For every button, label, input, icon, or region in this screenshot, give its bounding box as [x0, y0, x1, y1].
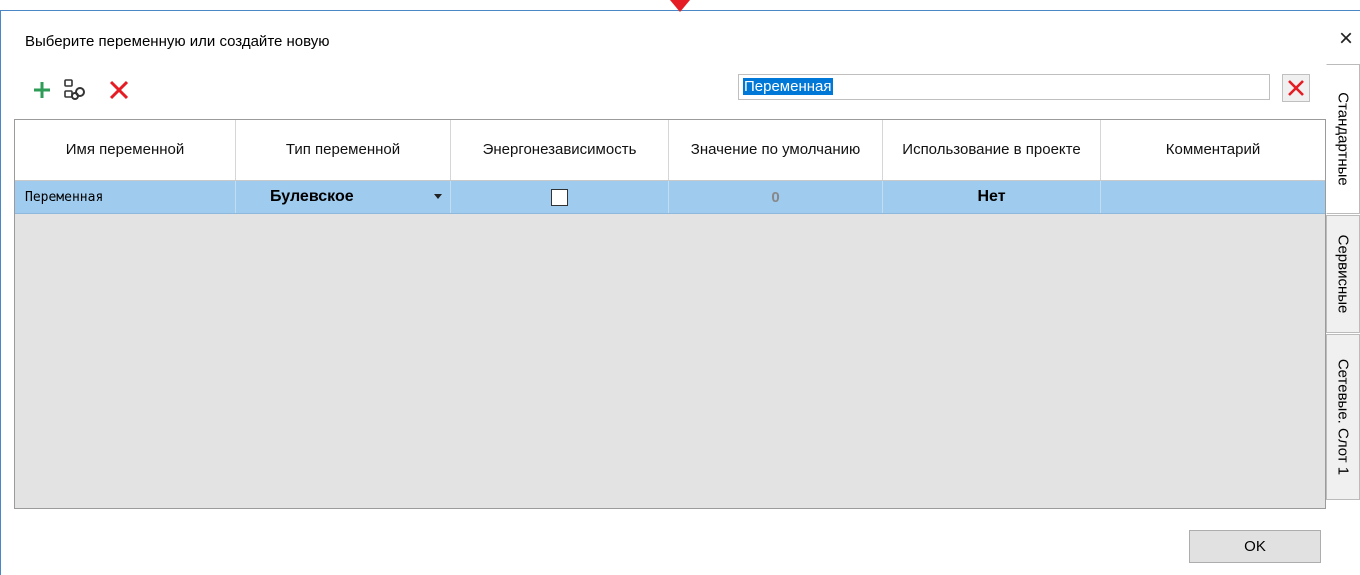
dialog-title: Выберите переменную или создайте новую	[25, 33, 330, 50]
pointer-marker-icon	[670, 0, 690, 12]
delete-x-icon	[109, 80, 129, 100]
tab-service-label: Сервисные	[1334, 234, 1352, 314]
link-variable-button[interactable]	[63, 78, 87, 102]
cell-variable-name[interactable]: Переменная	[15, 181, 236, 213]
column-header-nonvolatile[interactable]: Энергонезависимость	[451, 120, 669, 180]
variables-table: Имя переменной Тип переменной Энергонеза…	[14, 119, 1326, 509]
cell-comment[interactable]	[1101, 181, 1325, 213]
cell-nonvolatile	[451, 181, 669, 213]
column-header-type[interactable]: Тип переменной	[236, 120, 451, 180]
search-input-value: Переменная	[743, 78, 833, 95]
table-header: Имя переменной Тип переменной Энергонеза…	[15, 120, 1325, 181]
table-row[interactable]: Переменная Булевское 0 Нет	[15, 181, 1325, 214]
cell-variable-type[interactable]: Булевское	[236, 181, 451, 213]
cell-usage: Нет	[883, 181, 1101, 213]
cell-default-value[interactable]: 0	[669, 181, 883, 213]
tab-standard-label: Стандартные	[1334, 92, 1352, 186]
type-select-value: Булевское	[270, 188, 354, 205]
delete-variable-button[interactable]	[107, 78, 131, 102]
search-input[interactable]: Переменная	[738, 74, 1270, 100]
tab-network-slot-1[interactable]: Сетевые. Слот 1	[1326, 334, 1360, 500]
tab-service[interactable]: Сервисные	[1326, 215, 1360, 333]
ok-button[interactable]: OK	[1189, 530, 1321, 563]
column-header-usage[interactable]: Использование в проекте	[883, 120, 1101, 180]
search-clear-button[interactable]	[1282, 74, 1310, 102]
dialog-left-border	[0, 10, 1, 575]
column-header-name[interactable]: Имя переменной	[15, 120, 236, 180]
plus-icon	[34, 82, 50, 98]
column-header-default[interactable]: Значение по умолчанию	[669, 120, 883, 180]
nonvolatile-checkbox[interactable]	[551, 188, 568, 206]
column-header-comment[interactable]: Комментарий	[1101, 120, 1325, 180]
tab-network-slot-1-label: Сетевые. Слот 1	[1334, 358, 1352, 476]
close-button[interactable]: ×	[1335, 27, 1357, 51]
link-variable-icon	[64, 79, 85, 100]
clear-x-icon	[1288, 80, 1304, 96]
chevron-down-icon[interactable]	[434, 194, 442, 199]
tab-standard[interactable]: Стандартные	[1326, 64, 1360, 214]
category-tabs: Стандартные Сервисные Сетевые. Слот 1	[1326, 64, 1360, 504]
add-variable-button[interactable]	[30, 78, 54, 102]
